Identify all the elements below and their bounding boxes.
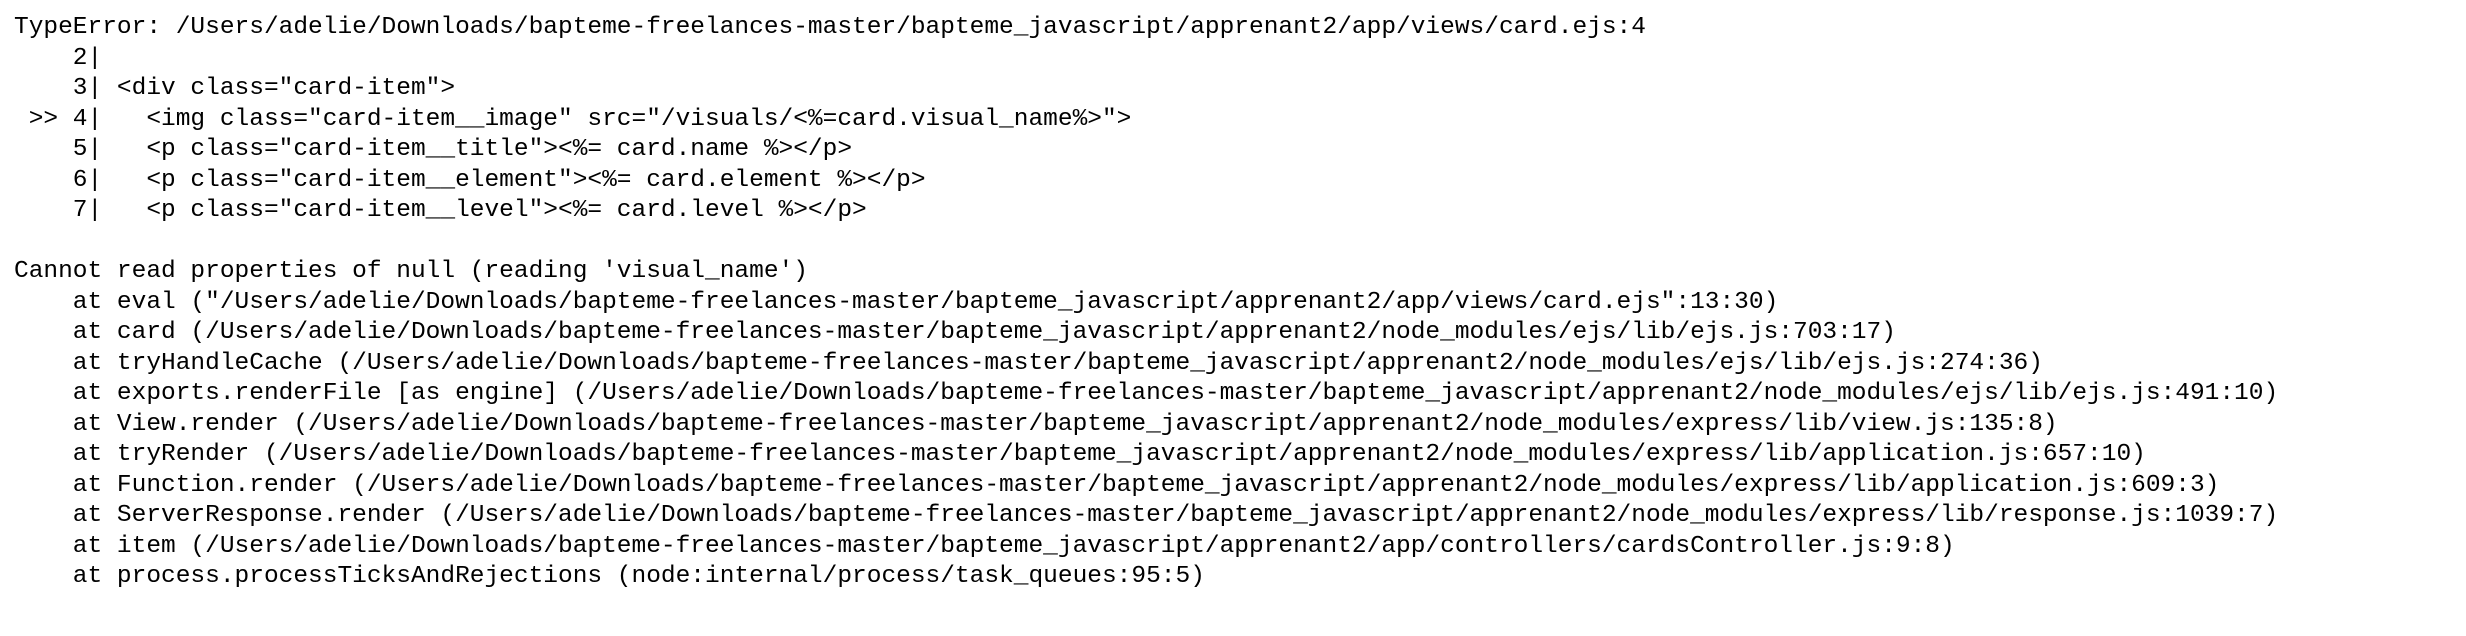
stack-frame: at ServerResponse.render (/Users/adelie/… [14,502,2279,529]
source-line-5: 5| <p class="card-item__title"><%= card.… [14,136,853,163]
stack-trace: at eval ("/Users/adelie/Downloads/baptem… [14,288,2278,593]
error-message: Cannot read properties of null (reading … [14,258,808,285]
stack-frame: at item (/Users/adelie/Downloads/bapteme… [14,532,1955,560]
stack-frame: at exports.renderFile [as engine] (/User… [14,380,2279,407]
stack-frame: at process.processTicksAndRejections (no… [14,563,1205,590]
stack-frame: at tryRender (/Users/adelie/Downloads/ba… [14,441,2146,468]
source-line-2: 2| [14,44,103,72]
source-line-6: 6| <p class="card-item__element"><%= car… [14,166,926,194]
source-line-7: 7| <p class="card-item__level"><%= card.… [14,197,867,224]
stack-frame: at eval ("/Users/adelie/Downloads/baptem… [14,288,1779,316]
source-line-3: 3| <div class="card-item"> [14,75,456,102]
error-header: TypeError: /Users/adelie/Downloads/bapte… [14,14,1646,41]
error-page: TypeError: /Users/adelie/Downloads/bapte… [14,13,2278,593]
stack-frame: at View.render (/Users/adelie/Downloads/… [14,410,2058,438]
source-code-excerpt: 2| 3| <div class="card-item"> >> 4| <img… [14,44,2278,227]
source-line-4-highlighted: >> 4| <img class="card-item__image" src=… [14,105,1132,133]
stack-frame: at card (/Users/adelie/Downloads/bapteme… [14,319,1896,346]
stack-frame: at tryHandleCache (/Users/adelie/Downloa… [14,349,2043,377]
stack-frame: at Function.render (/Users/adelie/Downlo… [14,471,2220,499]
